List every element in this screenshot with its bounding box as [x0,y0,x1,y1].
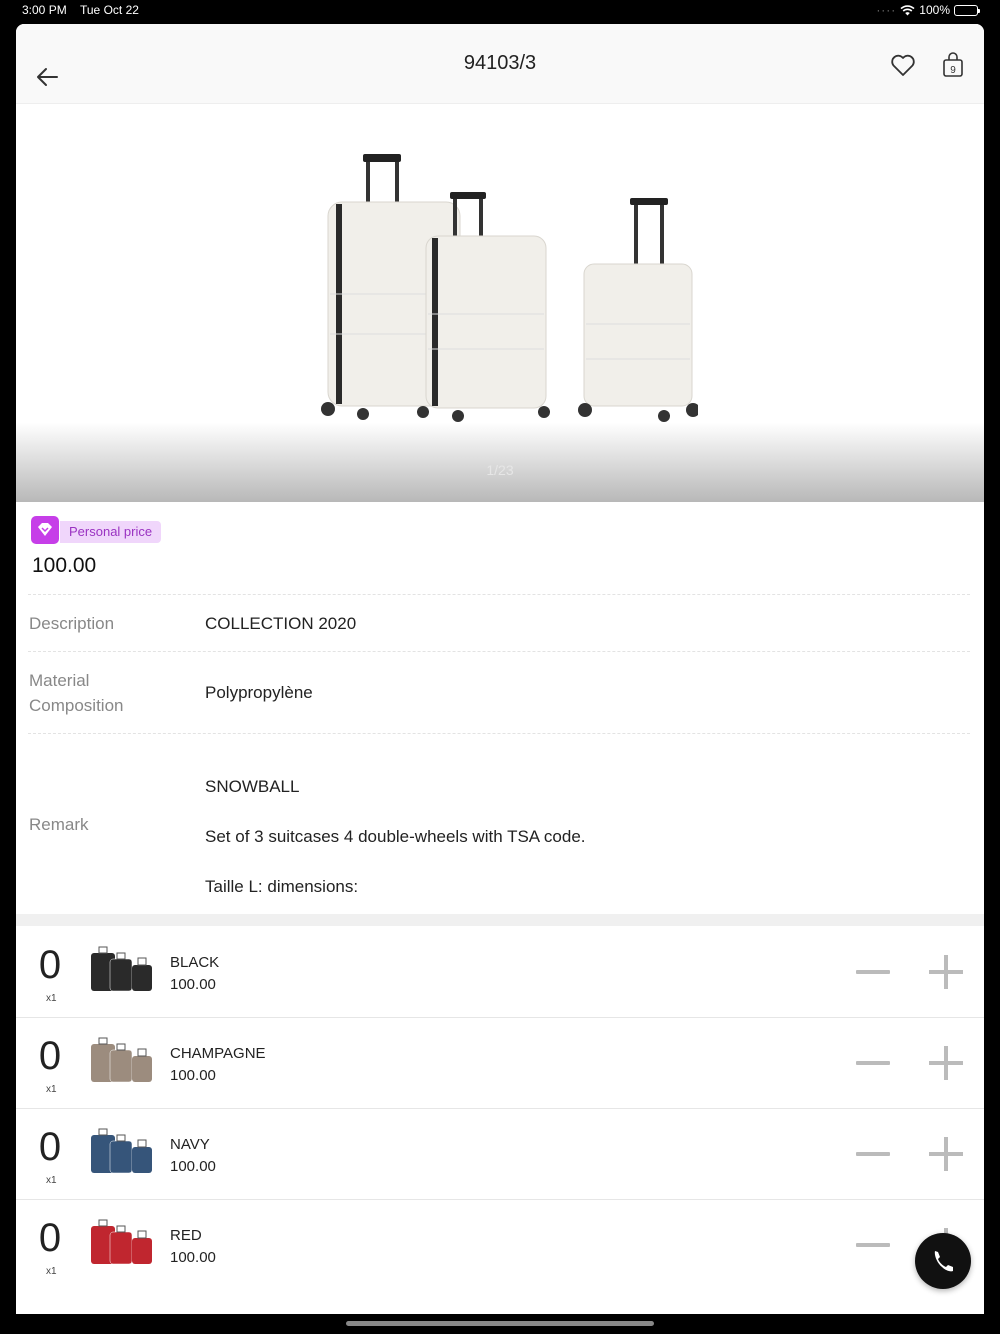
variant-qty: 0 [38,1034,62,1078]
increment-button[interactable] [929,955,963,989]
gallery-counter: 1/23 [486,462,514,478]
description-row: Description COLLECTION 2020 [28,594,970,651]
description-label: Description [29,614,115,633]
product-sheet: 94103/3 9 1/23 Personal price 100.00 Des… [16,24,984,1314]
remark-label: Remark [29,815,89,834]
variant-name: CHAMPAGNE [170,1045,266,1062]
variant-name: NAVY [170,1136,210,1153]
material-label-line1: Material [29,671,90,690]
variant-name: BLACK [170,954,220,971]
variant-row: 0 x1 RED 100.00 [16,1200,984,1291]
variant-price: 100.00 [170,1067,216,1084]
variant-unit: x1 [46,993,57,1004]
variant-thumbnail [91,1037,152,1083]
personal-price-badge: Personal price [60,521,162,543]
decrement-button[interactable] [856,1243,890,1247]
decrement-button[interactable] [856,1152,890,1156]
cart-count: 9 [950,65,956,76]
remark-row: Remark SNOWBALL Set of 3 suitcases 4 dou… [28,733,970,914]
price-block: Personal price 100.00 [16,502,984,594]
variant-qty: 0 [38,1125,62,1169]
product-gallery[interactable]: 1/23 [16,104,984,502]
remark-line2: Set of 3 suitcases 4 double-wheels with … [205,827,586,846]
status-date: Tue Oct 22 [80,3,139,17]
increment-button[interactable] [929,1046,963,1080]
material-value: Polypropylène [205,683,313,702]
material-row: Material Composition Polypropylène [28,651,970,733]
status-indicators: ···· 100% [876,3,980,17]
variant-unit: x1 [46,1175,57,1186]
variant-unit: x1 [46,1266,57,1277]
variant-qty: 0 [38,1216,62,1260]
variant-price: 100.00 [170,1158,216,1175]
variant-qty: 0 [38,943,62,987]
decrement-button[interactable] [856,970,890,974]
bag-icon[interactable]: 9 [942,52,964,78]
product-image [321,154,698,422]
variant-price: 100.00 [170,1249,216,1266]
variant-row-partial [16,1290,984,1314]
variant-price: 100.00 [170,976,216,993]
variant-row: 0 x1 CHAMPAGNE 100.00 [16,1018,984,1109]
wifi-icon [900,4,915,15]
section-divider [16,914,984,926]
signal-dots-icon: ···· [876,3,897,17]
home-indicator [346,1321,654,1326]
status-bar: 3:00 PM Tue Oct 22 ···· 100% [0,0,1000,22]
remark-line1: SNOWBALL [205,777,300,796]
variant-thumbnail [91,1128,152,1174]
battery-icon [954,4,980,16]
status-time: 3:00 PM [22,3,67,17]
phone-icon [934,1251,953,1272]
nav-bar: 94103/3 9 [16,24,984,104]
page-title: 94103/3 [463,52,537,74]
product-price: 100.00 [32,554,97,577]
battery-percent: 100% [919,3,950,17]
diamond-icon [31,516,59,544]
variant-row: 0 x1 BLACK 100.00 [16,927,984,1018]
increment-button[interactable] [929,1137,963,1171]
call-button[interactable] [915,1233,971,1289]
remark-line3: Taille L: dimensions: [205,877,359,896]
description-value: COLLECTION 2020 [205,614,357,633]
variant-unit: x1 [46,1084,57,1095]
variant-row: 0 x1 NAVY 100.00 [16,1109,984,1200]
variant-name: RED [170,1227,202,1244]
heart-icon[interactable] [890,52,916,78]
material-label-line2: Composition [29,696,124,715]
variant-thumbnail [91,1219,152,1265]
variant-thumbnail [91,946,152,992]
decrement-button[interactable] [856,1061,890,1065]
